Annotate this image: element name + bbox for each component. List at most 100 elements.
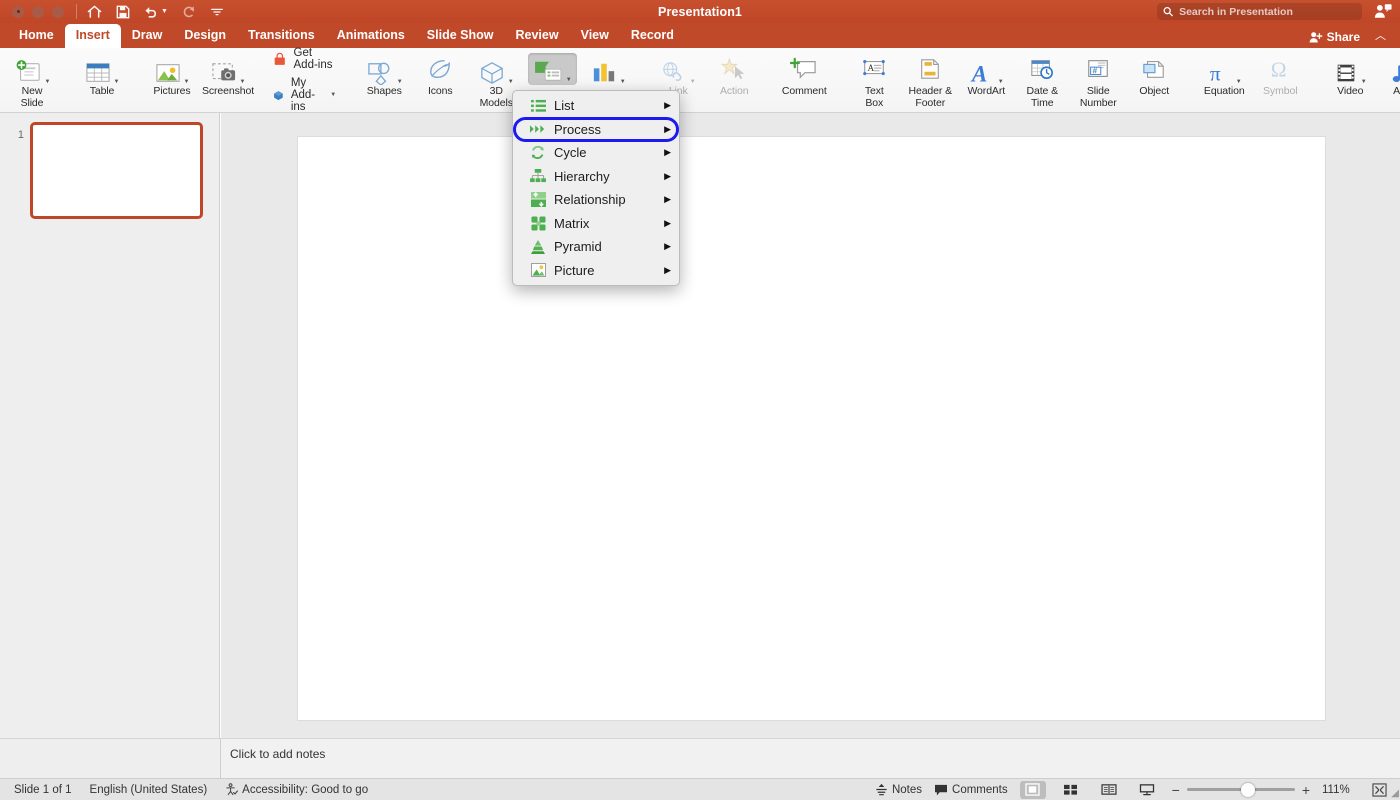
menu-item-hierarchy[interactable]: Hierarchy ▶ xyxy=(513,165,679,189)
tab-draw[interactable]: Draw xyxy=(121,24,174,48)
menu-item-label: Hierarchy xyxy=(549,169,664,184)
chevron-down-icon[interactable]: ▼ xyxy=(508,79,514,85)
search-input[interactable] xyxy=(1179,6,1356,18)
account-icon[interactable] xyxy=(1374,3,1392,24)
reading-view-icon xyxy=(1101,783,1117,796)
menu-item-process[interactable]: Process ▶ xyxy=(513,118,679,142)
table-button[interactable]: ▼ Table xyxy=(74,48,130,98)
ribbon: ▼ NewSlide ▼ Table xyxy=(0,48,1400,113)
thumbnail-row[interactable]: 1 xyxy=(0,113,219,219)
new-slide-button[interactable]: ▼ NewSlide xyxy=(4,48,60,109)
notes-pane[interactable]: Click to add notes xyxy=(221,738,1400,778)
tab-review[interactable]: Review xyxy=(504,24,569,48)
action-button[interactable]: Action xyxy=(706,48,762,98)
menu-item-picture[interactable]: Picture ▶ xyxy=(513,259,679,283)
tab-home[interactable]: Home xyxy=(8,24,65,48)
shapes-button[interactable]: ▼ Shapes xyxy=(356,48,412,98)
menu-item-pyramid[interactable]: Pyramid ▶ xyxy=(513,235,679,259)
svg-text:Ω: Ω xyxy=(1271,57,1287,81)
zoom-out-button[interactable]: − xyxy=(1172,782,1180,798)
svg-text:#: # xyxy=(1093,66,1098,76)
ribbon-group-tables: ▼ Table xyxy=(70,48,134,113)
notes-button[interactable]: Notes xyxy=(875,783,922,796)
slide-sorter-button[interactable] xyxy=(1058,781,1084,799)
reading-view-button[interactable] xyxy=(1096,781,1122,799)
slide-canvas[interactable] xyxy=(298,137,1325,720)
tab-slide-show[interactable]: Slide Show xyxy=(416,24,505,48)
chevron-down-icon[interactable]: ▼ xyxy=(45,79,51,85)
icons-label: Icons xyxy=(428,86,453,98)
slide-thumbnail-1[interactable] xyxy=(30,122,203,219)
menu-item-matrix[interactable]: Matrix ▶ xyxy=(513,212,679,236)
menu-item-list[interactable]: List ▶ xyxy=(513,94,679,118)
menu-item-relationship[interactable]: Relationship ▶ xyxy=(513,188,679,212)
fit-to-window-button[interactable] xyxy=(1366,781,1392,799)
chevron-down-icon[interactable]: ▼ xyxy=(114,79,120,85)
search-box[interactable] xyxy=(1157,3,1362,20)
smartart-button[interactable]: ▼ xyxy=(524,48,580,85)
zoom-in-button[interactable]: + xyxy=(1302,782,1310,798)
audio-button[interactable]: ▼ Audio xyxy=(1378,48,1400,98)
tab-view[interactable]: View xyxy=(570,24,620,48)
get-addins-button[interactable]: Get Add-ins xyxy=(270,44,342,74)
symbol-button[interactable]: Ω Symbol xyxy=(1252,48,1308,98)
chevron-down-icon[interactable]: ▼ xyxy=(620,79,626,85)
screenshot-button[interactable]: ▼ Screenshot xyxy=(200,48,256,98)
svg-text:A: A xyxy=(868,63,875,73)
chevron-down-icon[interactable]: ▼ xyxy=(566,77,572,83)
submenu-arrow-icon: ▶ xyxy=(664,124,671,135)
icons-button[interactable]: Icons xyxy=(412,48,468,98)
normal-view-button[interactable] xyxy=(1020,781,1046,799)
language-label[interactable]: English (United States) xyxy=(90,784,208,796)
menu-item-label: Process xyxy=(549,122,664,137)
menu-item-label: Pyramid xyxy=(549,239,664,254)
text-box-label: TextBox xyxy=(865,86,884,109)
comments-button[interactable]: Comments xyxy=(934,784,1008,796)
submenu-arrow-icon: ▶ xyxy=(664,100,671,111)
text-box-icon: A xyxy=(861,57,887,81)
collapse-ribbon-icon[interactable]: ︿ xyxy=(1375,27,1386,43)
status-bar: Slide 1 of 1 English (United States) Acc… xyxy=(0,778,1400,800)
menu-item-cycle[interactable]: Cycle ▶ xyxy=(513,141,679,165)
equation-button[interactable]: π ▼ Equation xyxy=(1196,48,1252,98)
link-icon xyxy=(661,61,687,85)
comments-label: Comments xyxy=(952,784,1008,796)
pictures-button[interactable]: ▼ Pictures xyxy=(144,48,200,98)
share-button[interactable]: Share xyxy=(1309,30,1360,44)
normal-view-icon xyxy=(1025,783,1040,796)
slide-count-label: Slide 1 of 1 xyxy=(14,784,72,796)
zoom-level-label: 111% xyxy=(1322,784,1354,796)
smartart-relationship-icon xyxy=(527,192,549,207)
date-time-button[interactable]: Date &Time xyxy=(1014,48,1070,109)
get-addins-icon xyxy=(273,50,287,69)
accessibility-status[interactable]: Accessibility: Good to go xyxy=(225,783,368,796)
slide-number-icon: # xyxy=(1085,57,1111,81)
submenu-arrow-icon: ▶ xyxy=(664,147,671,158)
tab-insert[interactable]: Insert xyxy=(65,24,121,48)
slide-number-button[interactable]: # SlideNumber xyxy=(1070,48,1126,109)
zoom-knob[interactable] xyxy=(1241,783,1255,797)
zoom-slider[interactable]: − + xyxy=(1172,782,1310,798)
video-button[interactable]: ▼ Video xyxy=(1322,48,1378,98)
header-footer-button[interactable]: Header &Footer xyxy=(902,48,958,109)
ribbon-group-addins: Get Add-ins My Add-ins ▼ xyxy=(266,48,346,113)
tab-record[interactable]: Record xyxy=(620,24,685,48)
chevron-down-icon[interactable]: ▼ xyxy=(690,79,696,85)
equation-icon: π xyxy=(1207,61,1233,85)
wordart-button[interactable]: A ▼ WordArt xyxy=(958,48,1014,98)
tab-design[interactable]: Design xyxy=(173,24,237,48)
comment-button[interactable]: Comment xyxy=(776,48,832,98)
zoom-track[interactable] xyxy=(1187,788,1295,791)
my-addins-button[interactable]: My Add-ins ▼ xyxy=(270,74,342,116)
resize-grip-icon[interactable]: ◢ xyxy=(1391,788,1399,799)
object-button[interactable]: Object xyxy=(1126,48,1182,98)
wordart-icon: A xyxy=(969,61,995,85)
smartart-dropdown-menu[interactable]: List ▶ Process ▶ xyxy=(512,90,680,286)
slideshow-view-button[interactable] xyxy=(1134,781,1160,799)
pictures-icon xyxy=(155,61,181,85)
chart-icon xyxy=(591,61,617,85)
chart-button[interactable]: ▼ xyxy=(580,48,636,85)
text-box-button[interactable]: A TextBox xyxy=(846,48,902,109)
chevron-down-icon[interactable]: ▼ xyxy=(330,92,336,98)
slide-thumbnail-panel[interactable]: 1 xyxy=(0,113,220,738)
